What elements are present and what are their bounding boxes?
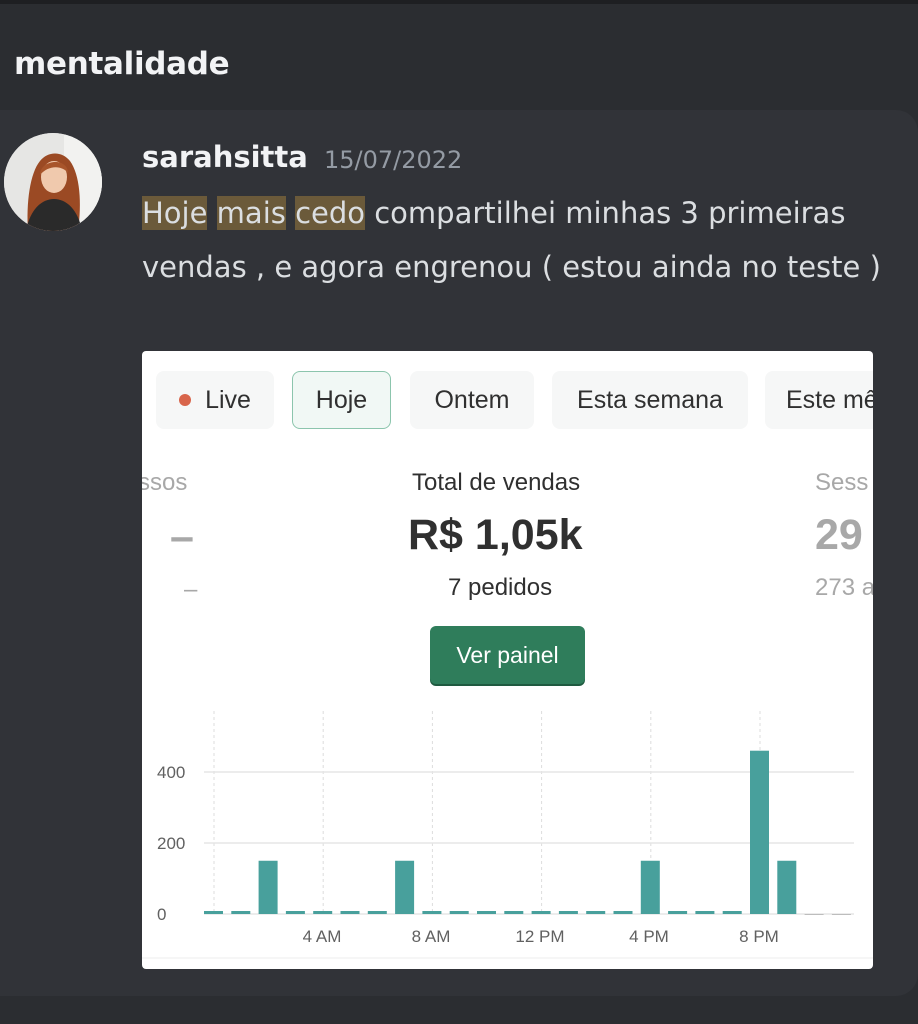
sales-bar <box>586 911 606 914</box>
x-tick-label: 8 PM <box>739 927 779 946</box>
user-avatar[interactable] <box>4 133 102 231</box>
x-tick-label: 4 PM <box>629 927 669 946</box>
sales-bar <box>340 911 360 914</box>
bottom-edge <box>0 1012 918 1024</box>
filter-label: Live <box>205 385 251 414</box>
sales-bar <box>367 911 387 914</box>
metric-sub-right: 273 a <box>815 574 873 601</box>
x-tick-label: 4 AM <box>303 927 342 946</box>
sales-bar <box>531 911 551 914</box>
filter-live[interactable]: Live <box>156 371 274 429</box>
sales-bar <box>695 911 715 914</box>
sales-bar <box>449 911 469 914</box>
message-timestamp: 15/07/2022 <box>324 146 463 174</box>
filter-label: Este mê <box>786 385 873 414</box>
metric-label-left: ssos <box>142 469 188 496</box>
live-dot-icon <box>179 394 192 406</box>
top-edge <box>0 0 918 4</box>
filter-yesterday[interactable]: Ontem <box>410 371 534 429</box>
filter-label: Ontem <box>434 385 510 414</box>
sales-bar <box>668 911 688 914</box>
y-tick-label: 0 <box>157 905 166 924</box>
sales-bar <box>504 911 524 914</box>
sales-bar <box>613 911 633 914</box>
channel-title: mentalidade <box>14 46 230 82</box>
filter-this-month[interactable]: Este mê <box>765 371 873 429</box>
y-tick-label: 400 <box>157 763 185 782</box>
metric-value-left: – <box>170 513 194 561</box>
sales-bar <box>750 750 769 914</box>
attachment-image[interactable]: Live Hoje Ontem Esta semana Este mê ssos… <box>142 351 873 969</box>
sales-bar <box>477 911 496 914</box>
view-dashboard-button[interactable]: Ver painel <box>430 626 585 684</box>
sales-bar <box>285 911 305 914</box>
sales-bar <box>395 860 415 914</box>
filter-today[interactable]: Hoje <box>292 371 391 429</box>
sales-bar <box>777 860 797 914</box>
highlighted-word: Hoje <box>142 196 208 230</box>
filter-label: Esta semana <box>577 385 723 414</box>
message-username[interactable]: sarahsitta <box>142 140 308 174</box>
sales-bar <box>558 911 578 914</box>
highlighted-word: mais <box>216 196 286 230</box>
sales-bar-chart: 0 200 400 4 AM 8 AM 12 PM 4 PM 8 PM <box>142 711 873 959</box>
message-text: Hoje mais cedo compartilhei minhas 3 pri… <box>142 186 882 294</box>
y-tick-label: 200 <box>157 834 185 853</box>
sales-bar <box>722 911 742 914</box>
sales-bar <box>258 860 278 914</box>
filter-this-week[interactable]: Esta semana <box>552 371 748 429</box>
total-sales-label: Total de vendas <box>412 469 581 496</box>
sales-bar <box>422 911 442 914</box>
filter-label: Hoje <box>315 385 368 414</box>
sales-bar <box>204 911 223 914</box>
x-tick-label: 8 AM <box>412 927 451 946</box>
orders-count: 7 pedidos <box>448 574 553 601</box>
highlighted-word: cedo <box>295 196 366 230</box>
sales-bar <box>640 860 660 914</box>
sales-bar <box>313 911 333 914</box>
metric-value-right: 29 <box>815 511 863 559</box>
metric-sub-left: – <box>184 576 198 603</box>
sales-bar <box>231 911 251 914</box>
total-sales-value: R$ 1,05k <box>408 511 583 559</box>
x-tick-label: 12 PM <box>515 927 564 946</box>
metric-label-right: Sess <box>815 469 869 496</box>
